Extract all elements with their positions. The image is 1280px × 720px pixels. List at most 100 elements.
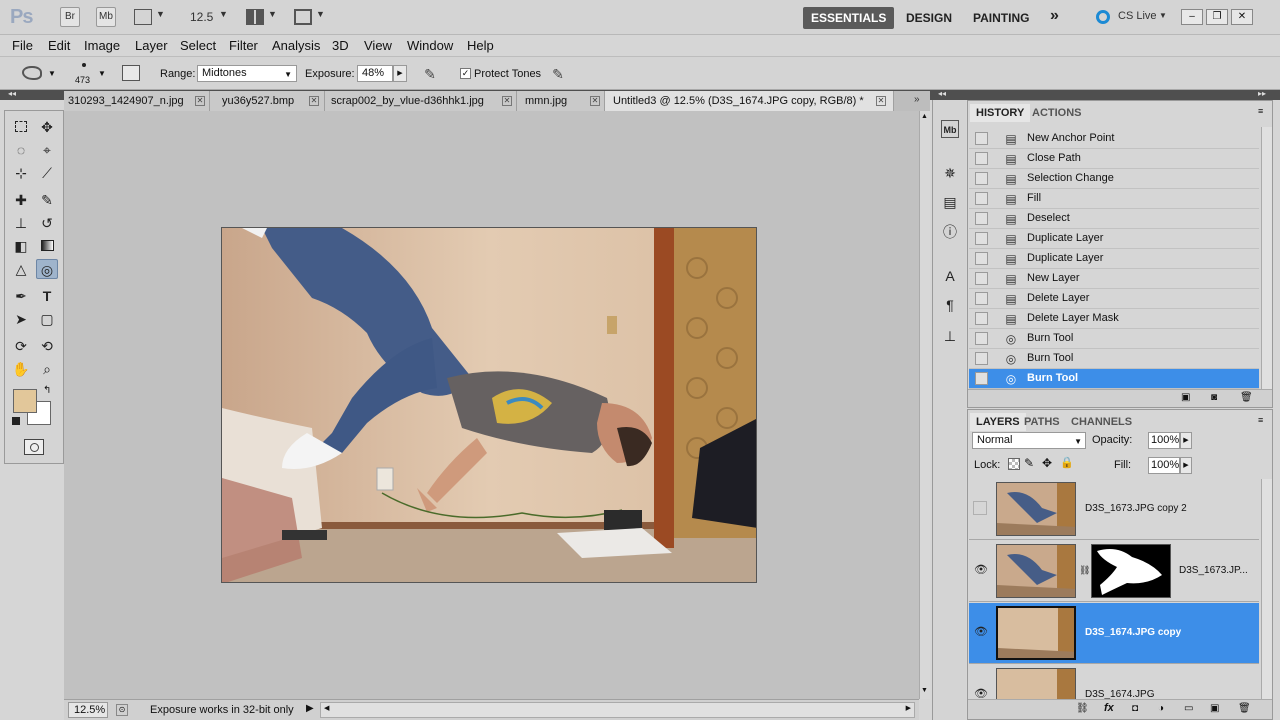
- minimize-icon[interactable]: –: [1181, 9, 1203, 25]
- zoom-dropdown-icon[interactable]: ▼: [219, 9, 228, 19]
- chevron-down-icon[interactable]: ▼: [156, 9, 165, 19]
- quick-selection-tool-icon[interactable]: ⌖: [36, 140, 58, 160]
- opacity-slider-button[interactable]: ▶: [1180, 432, 1192, 449]
- histogram-panel-icon[interactable]: ▤: [941, 193, 959, 211]
- history-brush-source-checkbox[interactable]: [975, 152, 988, 165]
- extras-icon[interactable]: [134, 9, 152, 25]
- menu-file[interactable]: File: [12, 38, 33, 53]
- cs-live-dropdown-icon[interactable]: ▼: [1159, 11, 1167, 20]
- tab-close-icon[interactable]: ✕: [502, 96, 512, 106]
- exposure-field[interactable]: 48%: [357, 65, 393, 82]
- new-document-from-state-icon[interactable]: ▣: [1181, 392, 1190, 403]
- history-state[interactable]: ◎ Burn Tool: [969, 349, 1259, 369]
- cs-live-icon[interactable]: [1096, 10, 1110, 24]
- zoom-level[interactable]: 12.5: [190, 10, 213, 24]
- burn-tool-icon[interactable]: ◎: [36, 259, 58, 279]
- layer-row[interactable]: 👁 D3S_1674.JPG: [969, 665, 1259, 699]
- trash-icon[interactable]: 🗑: [1240, 392, 1253, 403]
- hand-tool-icon[interactable]: ✋: [10, 359, 32, 379]
- history-state[interactable]: ▤ Selection Change: [969, 169, 1259, 189]
- foreground-color-swatch[interactable]: [13, 389, 37, 413]
- exposure-slider-button[interactable]: ▶: [393, 65, 407, 82]
- tab-document-5[interactable]: Untitled3 @ 12.5% (D3S_1674.JPG copy, RG…: [605, 91, 894, 111]
- burn-tool-preset-icon[interactable]: [22, 66, 42, 80]
- shape-tool-icon[interactable]: ▢: [36, 309, 58, 329]
- range-select[interactable]: Midtones ▼: [197, 65, 297, 82]
- tab-close-icon[interactable]: ✕: [876, 96, 886, 106]
- history-state[interactable]: ▤ Delete Layer Mask: [969, 309, 1259, 329]
- history-brush-source-checkbox[interactable]: [975, 312, 988, 325]
- layer-row[interactable]: D3S_1673.JPG copy 2: [969, 479, 1259, 540]
- blend-mode-select[interactable]: Normal ▼: [972, 432, 1086, 449]
- blur-tool-icon[interactable]: △: [10, 259, 32, 279]
- airbrush-icon[interactable]: ✎: [421, 65, 439, 83]
- lock-transparency-icon[interactable]: [1008, 458, 1020, 470]
- history-brush-source-checkbox[interactable]: [975, 192, 988, 205]
- history-state[interactable]: ▤ Duplicate Layer: [969, 229, 1259, 249]
- history-brush-source-checkbox[interactable]: [975, 372, 988, 385]
- scroll-left-icon[interactable]: ◀: [324, 704, 329, 712]
- tab-document-4[interactable]: mmn.jpg ✕: [517, 91, 605, 111]
- brush-dot-icon[interactable]: [82, 63, 86, 67]
- lock-image-icon[interactable]: ✎: [1024, 456, 1034, 470]
- scroll-up-icon[interactable]: ▲: [921, 113, 928, 120]
- eye-icon[interactable]: 👁: [973, 625, 989, 639]
- history-state[interactable]: ▤ Delete Layer: [969, 289, 1259, 309]
- quick-mask-icon[interactable]: [24, 439, 44, 455]
- workspace-painting[interactable]: PAINTING: [965, 7, 1037, 29]
- more-workspaces-icon[interactable]: »: [1042, 5, 1067, 27]
- menu-help[interactable]: Help: [467, 38, 494, 53]
- fill-field[interactable]: 100%: [1148, 457, 1180, 474]
- history-scrollbar[interactable]: [1261, 127, 1272, 389]
- delete-layer-icon[interactable]: 🗑: [1238, 703, 1251, 714]
- history-brush-source-checkbox[interactable]: [975, 352, 988, 365]
- marquee-tool-icon[interactable]: [10, 117, 32, 137]
- bridge-button[interactable]: Br: [60, 7, 80, 27]
- new-group-icon[interactable]: ▭: [1184, 703, 1193, 714]
- layers-scrollbar[interactable]: [1261, 479, 1272, 699]
- menu-layer[interactable]: Layer: [135, 38, 168, 53]
- canvas-vertical-scrollbar[interactable]: ▲ ▼: [919, 111, 930, 699]
- layer-row[interactable]: 👁 ⛓ D3S_1673.JP...: [969, 541, 1259, 602]
- scroll-right-icon[interactable]: ▶: [906, 704, 911, 712]
- tab-paths[interactable]: PATHS: [1018, 413, 1066, 431]
- paragraph-panel-icon[interactable]: ¶: [941, 296, 959, 314]
- eyedropper-tool-icon[interactable]: ⟋: [36, 163, 58, 183]
- screen-mode-dropdown-icon[interactable]: ▼: [316, 9, 325, 19]
- arrange-dropdown-icon[interactable]: ▼: [268, 9, 277, 19]
- history-state[interactable]: ▤ Fill: [969, 189, 1259, 209]
- history-state-current[interactable]: ◎ Burn Tool: [969, 369, 1259, 389]
- history-state[interactable]: ◎ Burn Tool: [969, 329, 1259, 349]
- tab-close-icon[interactable]: ✕: [195, 96, 205, 106]
- history-brush-source-checkbox[interactable]: [975, 132, 988, 145]
- history-brush-source-checkbox[interactable]: [975, 212, 988, 225]
- close-icon[interactable]: ✕: [1231, 9, 1253, 25]
- 3d-orbit-tool-icon[interactable]: ⟲: [36, 336, 58, 356]
- scroll-down-icon[interactable]: ▼: [921, 687, 928, 694]
- link-layers-icon[interactable]: ⛓: [1076, 703, 1089, 714]
- default-colors-icon[interactable]: [12, 417, 20, 425]
- eye-icon[interactable]: 👁: [973, 687, 989, 699]
- lock-position-icon[interactable]: ✥: [1042, 456, 1052, 470]
- path-selection-tool-icon[interactable]: ➤: [10, 309, 32, 329]
- collapse-panels-icon[interactable]: ▸▸: [1258, 89, 1266, 98]
- swap-colors-icon[interactable]: ↰: [43, 385, 51, 396]
- screen-mode-icon[interactable]: [294, 9, 312, 25]
- mask-link-icon[interactable]: ⛓: [1079, 565, 1090, 576]
- collapse-tools-icon[interactable]: ◂◂: [8, 89, 16, 98]
- tab-document-2[interactable]: yu36y527.bmp ✕: [210, 91, 325, 111]
- tab-document-1[interactable]: 310293_1424907_n.jpg ✕: [64, 91, 210, 111]
- 3d-rotate-tool-icon[interactable]: ⟳: [10, 336, 32, 356]
- mini-bridge-button[interactable]: Mb: [96, 7, 116, 27]
- mini-bridge-panel-icon[interactable]: Mb: [941, 120, 959, 138]
- snapshot-icon[interactable]: ◙: [1211, 392, 1217, 403]
- panel-menu-icon[interactable]: ≡: [1258, 415, 1263, 425]
- fill-slider-button[interactable]: ▶: [1180, 457, 1192, 474]
- menu-window[interactable]: Window: [407, 38, 453, 53]
- tab-close-icon[interactable]: ✕: [590, 96, 600, 106]
- pen-tool-icon[interactable]: ✒: [10, 286, 32, 306]
- opacity-field[interactable]: 100%: [1148, 432, 1180, 449]
- move-tool-icon[interactable]: ✥: [36, 117, 58, 137]
- more-tabs-icon[interactable]: »: [914, 94, 920, 105]
- panel-menu-icon[interactable]: ≡: [1258, 106, 1263, 116]
